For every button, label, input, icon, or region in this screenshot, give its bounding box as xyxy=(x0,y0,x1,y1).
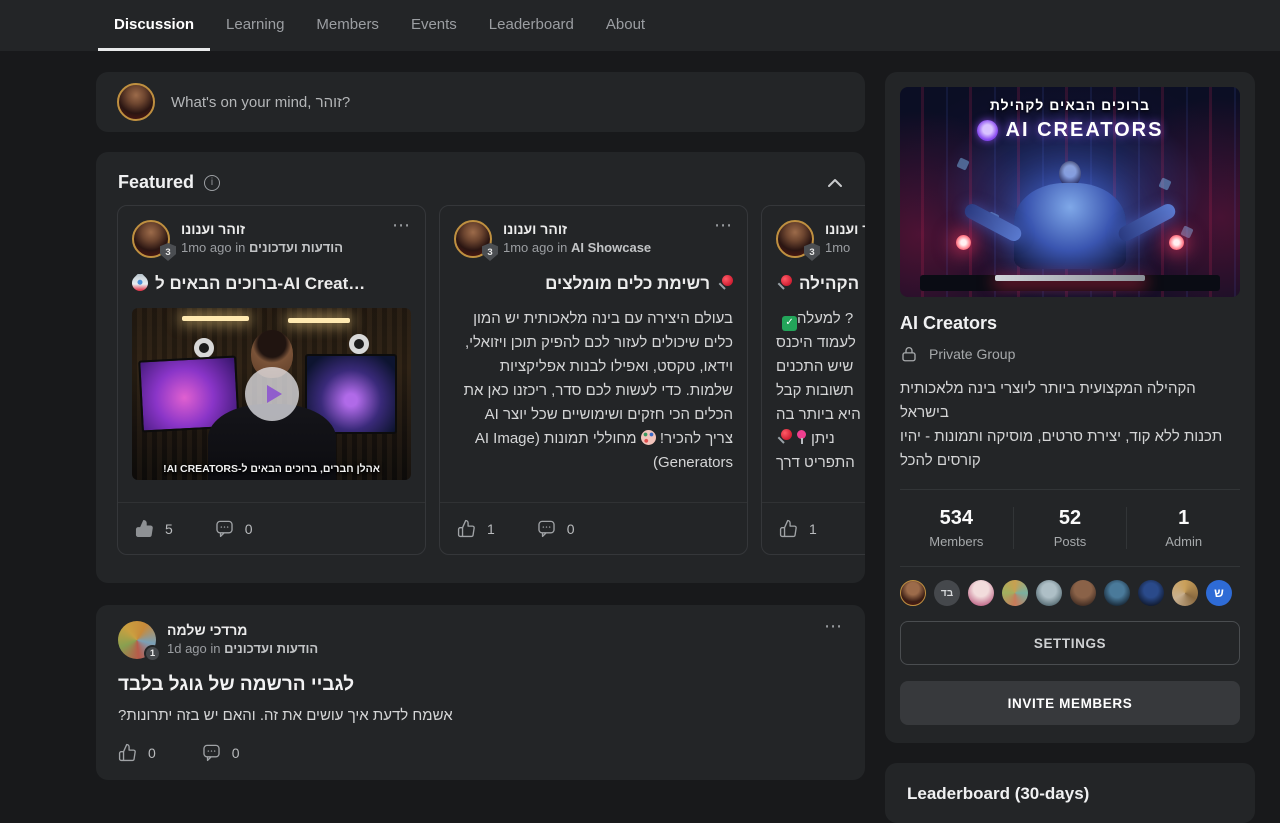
leaderboard-card: Leaderboard (30-days) xyxy=(885,763,1255,823)
like-button[interactable]: 0 xyxy=(118,743,156,762)
member-avatar-initials[interactable]: ש xyxy=(1206,580,1232,606)
video-thumbnail[interactable]: אהלן חברים, ברוכים הבאים ל-AI CREATORS! xyxy=(132,308,411,480)
member-avatars-row: בד ש xyxy=(900,580,1240,606)
post-meta: 1mo xyxy=(825,240,865,255)
brain-logo-icon xyxy=(977,120,998,141)
level-badge: 3 xyxy=(160,243,176,261)
group-info-card: ברוכים הבאים לקהילת AI CREATORS AI Creat… xyxy=(885,72,1255,743)
main-column: What's on your mind, זוהר? Featured i 3 … xyxy=(96,72,865,780)
author-name[interactable]: זוהר וענונו xyxy=(825,221,865,237)
group-stats: 534 Members 52 Posts 1 Admin xyxy=(900,490,1240,566)
featured-card-welcome[interactable]: 3 זוהר וענונו 1mo ago in הודעות ועדכונים… xyxy=(117,205,426,555)
author-avatar[interactable]: 3 xyxy=(776,220,814,258)
play-button[interactable] xyxy=(245,367,299,421)
check-emoji-icon xyxy=(782,316,797,331)
nav-tabs: Discussion Learning Members Events Leade… xyxy=(0,0,1280,51)
post-title[interactable]: לגביי הרשמה של גוגל בלבד xyxy=(118,674,843,696)
palette-emoji-icon xyxy=(641,430,656,445)
settings-button[interactable]: SETTINGS xyxy=(900,621,1240,665)
pushpin-emoji-icon xyxy=(717,275,733,291)
tab-about[interactable]: About xyxy=(590,0,661,51)
level-badge: 3 xyxy=(482,243,498,261)
more-options-icon[interactable]: ⋯ xyxy=(392,220,411,230)
more-options-icon[interactable]: ⋯ xyxy=(824,621,843,631)
post-title[interactable]: רשימת כלים מומלצים xyxy=(454,274,733,294)
member-avatar[interactable] xyxy=(1104,580,1130,606)
leaderboard-title: Leaderboard (30-days) xyxy=(907,784,1233,804)
sidebar: ברוכים הבאים לקהילת AI CREATORS AI Creat… xyxy=(885,72,1255,823)
post-title[interactable]: הקהילה xyxy=(776,274,865,294)
video-caption: אהלן חברים, ברוכים הבאים ל-AI CREATORS! xyxy=(132,463,411,475)
rocket-emoji-icon xyxy=(132,274,151,294)
member-avatar[interactable] xyxy=(1138,580,1164,606)
group-banner-image: ברוכים הבאים לקהילת AI CREATORS xyxy=(900,87,1240,297)
featured-card-community[interactable]: 3 זוהר וענונו 1mo הקהילה ? למעלה לעמוד ה… xyxy=(761,205,865,555)
featured-title: Featured xyxy=(118,172,194,193)
featured-cards-row: 3 זוהר וענונו 1mo ago in הודעות ועדכונים… xyxy=(117,205,865,555)
author-name[interactable]: מרדכי שלמה xyxy=(167,622,318,638)
space-name: הודעות ועדכונים xyxy=(249,240,343,255)
post-body: אשמח לדעת איך עושים את זה. והאם יש בזה י… xyxy=(118,707,843,724)
member-avatar-initials[interactable]: בד xyxy=(934,580,960,606)
stat-members: 534 Members xyxy=(900,507,1013,549)
post-title[interactable]: ברוכים הבאים ל-AI Creat… xyxy=(132,274,411,294)
post-body: ? למעלה לעמוד היכנס שיש התכנים תשובות קב… xyxy=(776,307,865,475)
more-options-icon[interactable]: ⋯ xyxy=(714,220,733,230)
author-name[interactable]: זוהר וענונו xyxy=(503,221,651,237)
group-privacy: Private Group xyxy=(900,345,1240,363)
like-button[interactable]: 1 xyxy=(779,519,817,538)
comment-button[interactable]: 0 xyxy=(215,519,253,538)
current-user-avatar xyxy=(117,83,155,121)
pushpin-emoji-icon xyxy=(776,275,792,291)
like-button[interactable]: 1 xyxy=(457,519,495,538)
member-avatar[interactable] xyxy=(1070,580,1096,606)
top-navigation-bar: Discussion Learning Members Events Leade… xyxy=(0,0,1280,51)
banner-group-name: AI CREATORS xyxy=(1006,119,1164,142)
author-name[interactable]: זוהר וענונו xyxy=(181,221,343,237)
stat-posts: 52 Posts xyxy=(1013,507,1127,549)
feed-post[interactable]: 1 מרדכי שלמה 1d ago in הודעות ועדכונים ⋯… xyxy=(96,605,865,780)
stat-admin: 1 Admin xyxy=(1126,507,1240,549)
author-avatar[interactable]: 3 xyxy=(132,220,170,258)
banner-welcome-text: ברוכים הבאים לקהילת xyxy=(900,97,1240,113)
member-avatar[interactable] xyxy=(1002,580,1028,606)
lock-icon xyxy=(900,345,918,363)
info-icon[interactable]: i xyxy=(204,175,220,191)
tab-discussion[interactable]: Discussion xyxy=(98,0,210,51)
like-button[interactable]: 5 xyxy=(135,519,173,538)
author-avatar[interactable]: 1 xyxy=(118,621,156,659)
space-name: AI Showcase xyxy=(571,240,651,255)
pushpin-emoji-icon xyxy=(776,429,792,445)
featured-section: Featured i 3 זוהר וענונו 1mo ago in הוד xyxy=(96,152,865,583)
member-avatar[interactable] xyxy=(900,580,926,606)
tab-members[interactable]: Members xyxy=(300,0,395,51)
post-meta: 1mo ago in AI Showcase xyxy=(503,240,651,255)
post-meta: 1mo ago in הודעות ועדכונים xyxy=(181,240,343,255)
chevron-up-icon[interactable] xyxy=(827,178,843,188)
comment-button[interactable]: 0 xyxy=(537,519,575,538)
comment-button[interactable]: 0 xyxy=(202,743,240,762)
member-avatar[interactable] xyxy=(1036,580,1062,606)
group-name: AI Creators xyxy=(900,313,1240,334)
author-avatar[interactable]: 3 xyxy=(454,220,492,258)
member-avatar[interactable] xyxy=(1172,580,1198,606)
level-badge: 1 xyxy=(144,645,161,662)
post-body: בעולם היצירה עם בינה מלאכותית יש המון כל… xyxy=(454,307,733,475)
invite-members-button[interactable]: INVITE MEMBERS xyxy=(900,681,1240,725)
tab-learning[interactable]: Learning xyxy=(210,0,300,51)
tab-events[interactable]: Events xyxy=(395,0,473,51)
level-badge: 3 xyxy=(804,243,820,261)
group-description: הקהילה המקצועית ביותר ליוצרי בינה מלאכות… xyxy=(900,377,1240,473)
composer-placeholder: What's on your mind, זוהר? xyxy=(171,94,350,111)
featured-card-tools[interactable]: 3 זוהר וענונו 1mo ago in AI Showcase ⋯ ר… xyxy=(439,205,748,555)
space-name: הודעות ועדכונים xyxy=(224,641,318,656)
post-composer[interactable]: What's on your mind, זוהר? xyxy=(96,72,865,132)
post-meta: 1d ago in הודעות ועדכונים xyxy=(167,641,318,656)
member-avatar[interactable] xyxy=(968,580,994,606)
round-pin-emoji-icon xyxy=(796,430,807,445)
tab-leaderboard[interactable]: Leaderboard xyxy=(473,0,590,51)
